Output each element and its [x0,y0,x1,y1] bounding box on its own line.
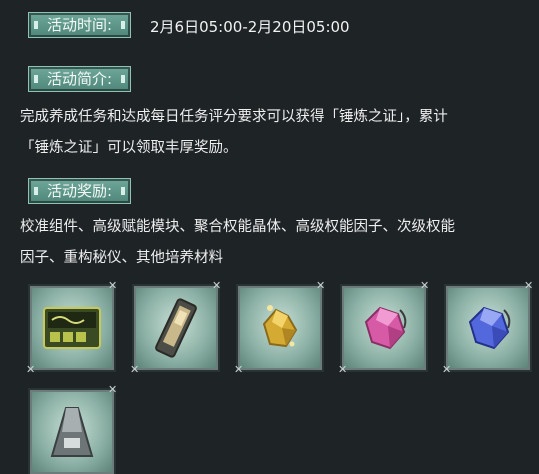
reward-item-reconstruction-ritual[interactable]: ✕ [30,384,117,474]
calibration-kit-icon [43,307,101,349]
reward-item-calibration-kit[interactable]: ✕ ✕ [26,280,117,375]
event-intro-line-2: 「锤炼之证」可以领取丰厚奖励。 [20,140,238,156]
event-time-label: 活动时间: [28,12,132,38]
event-rewards-line-1: 校准组件、高级赋能模块、聚合权能晶体、高级权能因子、次级权能 [20,219,455,235]
corner-mark-icon: ✕ [108,279,118,292]
event-rewards-text: 校准组件、高级赋能模块、聚合权能晶体、高级权能因子、次级权能 因子、重构秘仪、其… [20,212,530,274]
reconstruction-ritual-icon [50,407,94,457]
corner-mark-icon: ✕ [26,363,36,376]
corner-mark-icon: ✕ [212,279,222,292]
corner-mark-icon: ✕ [338,363,348,376]
corner-mark-icon: ✕ [420,279,430,292]
reward-item-enhancement-module[interactable]: ✕ ✕ [130,280,221,375]
aggregate-crystal-icon [262,305,298,348]
advanced-factor-icon [364,306,407,350]
corner-mark-icon: ✕ [108,383,118,396]
corner-mark-icon: ✕ [524,279,534,292]
reward-item-secondary-factor[interactable]: ✕ ✕ [442,280,533,375]
event-time-value: 2月6日05:00-2月20日05:00 [150,18,350,36]
reward-item-aggregate-crystal[interactable]: ✕ ✕ [234,280,325,375]
corner-mark-icon: ✕ [234,363,244,376]
event-intro-label: 活动简介: [28,66,132,92]
secondary-factor-icon [468,306,511,350]
reward-item-advanced-factor[interactable]: ✕ ✕ [338,280,429,375]
corner-mark-icon: ✕ [442,363,452,376]
event-rewards-label: 活动奖励: [28,178,132,204]
corner-mark-icon: ✕ [130,363,140,376]
corner-mark-icon: ✕ [316,279,326,292]
event-intro-text: 完成养成任务和达成每日任务评分要求可以获得「锤炼之证」，累计 「锤炼之证」可以领… [20,102,530,164]
event-intro-line-1: 完成养成任务和达成每日任务评分要求可以获得「锤炼之证」，累计 [20,109,448,125]
event-rewards-line-2: 因子、重构秘仪、其他培养材料 [20,250,223,266]
enhancement-module-icon [155,298,197,358]
